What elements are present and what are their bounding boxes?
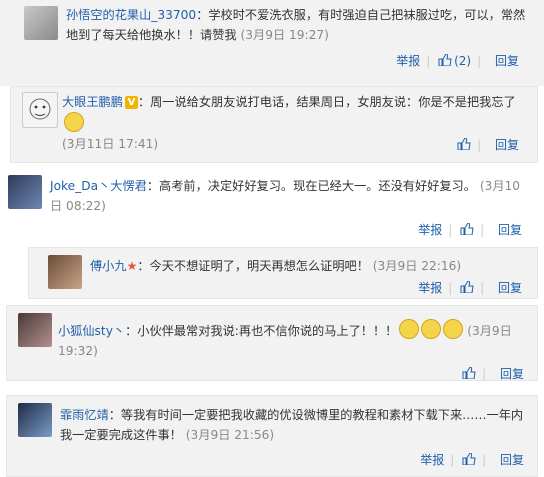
username-link[interactable]: 大眼王鹏鹏 <box>62 95 123 109</box>
sweat-face-icon <box>443 319 464 339</box>
reply-link[interactable]: 回复 <box>498 223 522 237</box>
report-link[interactable]: 举报 <box>396 54 420 68</box>
comment-time: (3月11日 17:41) <box>62 137 159 151</box>
comment-card: 霏雨忆靖：等我有时间一定要把我收藏的优设微博里的教程和素材下载下来……一年内我一… <box>0 387 544 477</box>
comment-body: 傅小九★：今天不想证明了，明天再想怎么证明吧！ (3月9日 22:16) <box>90 256 530 276</box>
report-link[interactable]: 举报 <box>418 223 442 237</box>
reply-link[interactable]: 回复 <box>498 281 522 295</box>
thumbs-up-icon[interactable] <box>462 453 476 465</box>
comment-text: ：等我有时间一定要把我收藏的优设微博里的教程和素材下载下来……一年内我一定要完成… <box>60 408 524 442</box>
reply-link[interactable]: 回复 <box>495 54 519 68</box>
comment-card: 傅小九★：今天不想证明了，明天再想怎么证明吧！ (3月9日 22:16) 举报 |… <box>0 239 544 299</box>
reply-link[interactable]: 回复 <box>495 138 519 152</box>
comment-actions: 举报 | | 回复 <box>420 453 524 467</box>
thumbs-up-icon[interactable] <box>460 223 474 235</box>
username-link[interactable]: 霏雨忆靖 <box>60 408 109 422</box>
sweat-face-icon <box>421 319 442 339</box>
avatar[interactable] <box>18 313 52 347</box>
avatar[interactable] <box>8 175 42 209</box>
comment-body: 小狐仙sty丶：小伙伴最常对我说:再也不信你说的马上了！！！ (3月9日 19:… <box>58 319 528 361</box>
comment-text: ：今天不想证明了，明天再想怎么证明吧！ <box>137 259 369 273</box>
comment-time: (3月9日 19:27) <box>240 28 329 42</box>
v-badge-icon: V <box>124 96 138 109</box>
report-link[interactable]: 举报 <box>420 453 444 467</box>
avatar[interactable] <box>24 6 58 40</box>
comment-time: (3月9日 22:16) <box>372 259 462 273</box>
avatar[interactable] <box>22 92 58 128</box>
comment-body: 霏雨忆靖：等我有时间一定要把我收藏的优设微博里的教程和素材下载下来……一年内我一… <box>60 405 530 445</box>
report-link[interactable]: 举报 <box>418 281 442 295</box>
comment-text: ：高考前，决定好好复习。现在已经大一。还没有好好复习。 <box>146 179 476 193</box>
comment-text: ：周一说给女朋友说打电话，结果周日，女朋友说：你是不是把我忘了 <box>137 95 516 109</box>
comment-card: Joke_Da丶大愣君：高考前，决定好好复习。现在已经大一。还没有好好复习。 (… <box>0 167 544 239</box>
comment-actions: 举报 | | 回复 <box>418 223 522 237</box>
reply-link[interactable]: 回复 <box>500 453 524 467</box>
username-link[interactable]: Joke_Da丶大愣君 <box>50 179 147 193</box>
comment-time: (3月9日 21:56) <box>185 428 275 442</box>
like-count: (2) <box>454 54 472 68</box>
comment-body: 孙悟空的花果山_33700：学校时不爱洗衣服，有时强迫自己把袜服过吃，可以，常然… <box>66 5 526 45</box>
avatar[interactable] <box>18 403 52 437</box>
username-link[interactable]: 孙悟空的花果山_33700 <box>66 8 196 22</box>
comment-actions: | 回复 <box>457 136 519 153</box>
sweat-face-icon <box>399 319 420 339</box>
comment-actions: 举报 | (2) | 回复 <box>396 54 519 68</box>
thumbs-up-icon[interactable] <box>462 367 476 379</box>
reply-link[interactable]: 回复 <box>500 367 524 381</box>
comment-text: ：小伙伴最常对我说:再也不信你说的马上了！！！ <box>125 324 398 338</box>
crying-face-icon <box>64 112 84 132</box>
comment-body: Joke_Da丶大愣君：高考前，决定好好复习。现在已经大一。还没有好好复习。 (… <box>50 176 530 216</box>
comment-card: 孙悟空的花果山_33700：学校时不爱洗衣服，有时强迫自己把袜服过吃，可以，常然… <box>0 0 544 86</box>
thumbs-up-icon[interactable] <box>457 138 471 150</box>
comment-card: 大眼王鹏鹏 V ：周一说给女朋友说打电话，结果周日，女朋友说：你是不是把我忘了 (3… <box>0 86 544 167</box>
comment-card: 小狐仙sty丶：小伙伴最常对我说:再也不信你说的马上了！！！ (3月9日 19:… <box>0 299 544 387</box>
avatar[interactable] <box>48 255 82 289</box>
username-link[interactable]: 傅小九 <box>90 259 127 273</box>
thumbs-up-icon[interactable] <box>460 281 474 293</box>
username-link[interactable]: 小狐仙sty丶 <box>58 324 125 338</box>
thumbs-up-icon[interactable] <box>438 54 452 66</box>
star-icon: ★ <box>126 259 138 273</box>
comment-actions: 举报 | | 回复 <box>418 281 522 295</box>
comment-actions: | 回复 <box>462 365 524 382</box>
